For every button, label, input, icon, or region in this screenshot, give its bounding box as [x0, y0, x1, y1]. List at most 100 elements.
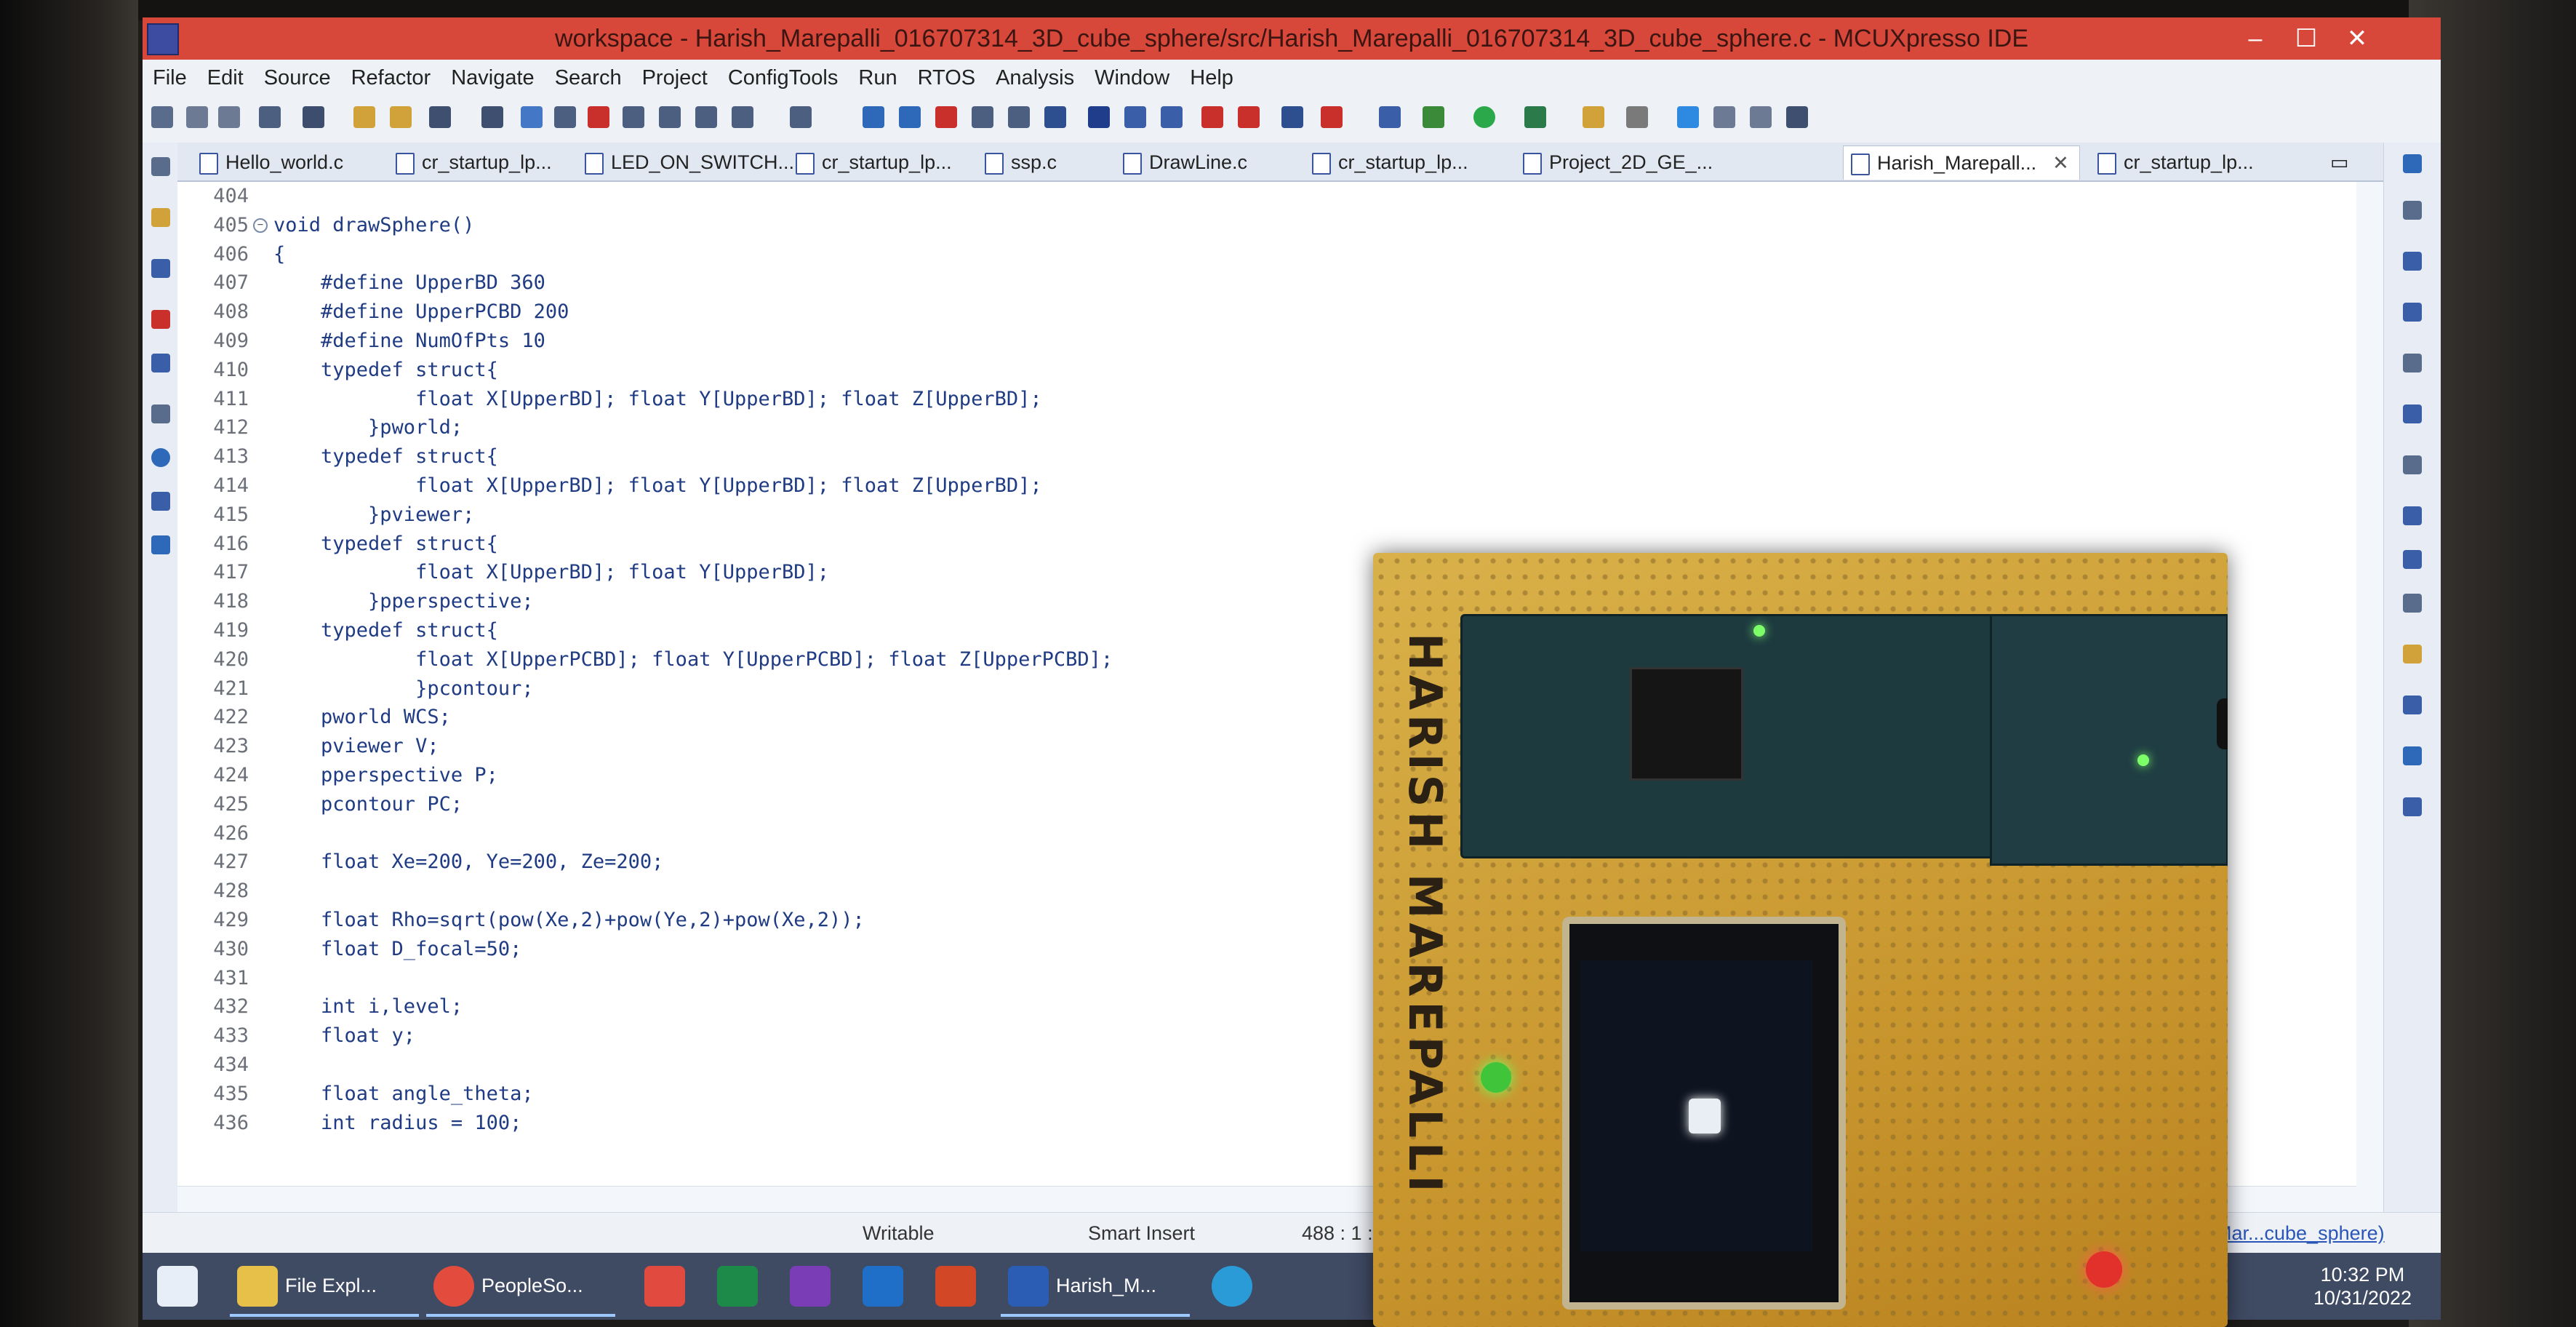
tab-led-on-switch[interactable]: LED_ON_SWITCH... — [577, 146, 794, 179]
menu-navigate[interactable]: Navigate — [441, 60, 544, 96]
restore-icon[interactable] — [151, 157, 170, 176]
taskbar-chrome[interactable]: PeopleSo... — [426, 1259, 615, 1317]
taskbar-powerpoint[interactable] — [928, 1259, 986, 1314]
perspective-icon[interactable] — [2403, 154, 2422, 173]
code-line[interactable]: 405− void drawSphere() — [177, 211, 2330, 240]
code-line[interactable]: 409 #define NumOfPts 10 — [177, 327, 2330, 356]
taskbar-onenote[interactable] — [783, 1259, 841, 1314]
pen-icon[interactable] — [1677, 106, 1699, 128]
open-element-icon[interactable] — [390, 106, 412, 128]
code-line[interactable]: 413 typedef struct{ — [177, 442, 2330, 471]
registers-icon[interactable] — [1124, 106, 1146, 128]
minimized-view-icon[interactable] — [2403, 354, 2422, 372]
document-icon[interactable] — [1750, 106, 1772, 128]
layers-icon[interactable] — [1281, 106, 1303, 128]
faults-icon[interactable] — [2403, 645, 2422, 664]
registers-icon[interactable] — [2403, 506, 2422, 525]
taskbar-file-explorer[interactable]: File Expl... — [230, 1259, 419, 1317]
variables-icon[interactable] — [151, 492, 170, 511]
debug-icon[interactable] — [863, 106, 884, 128]
code-line[interactable]: 412 }pworld; — [177, 413, 2330, 442]
taskbar-word[interactable]: Harish_M... — [1001, 1259, 1190, 1317]
hammer-icon[interactable] — [303, 106, 324, 128]
tool-icon[interactable] — [1626, 106, 1648, 128]
debug-config-icon[interactable] — [1423, 106, 1444, 128]
reset-target-icon[interactable] — [972, 106, 993, 128]
step-over-icon[interactable] — [695, 106, 717, 128]
close-button[interactable]: ✕ — [2332, 17, 2383, 60]
edit-icon[interactable] — [1713, 106, 1735, 128]
project-explorer-icon[interactable] — [151, 208, 170, 227]
console-icon[interactable] — [2403, 797, 2422, 816]
suspend-icon[interactable] — [554, 106, 576, 128]
taskbar-edge[interactable] — [1204, 1259, 1263, 1314]
menu-search[interactable]: Search — [545, 60, 632, 96]
minimized-view-icon[interactable] — [2403, 594, 2422, 613]
menu-file[interactable]: File — [143, 60, 197, 96]
console-icon[interactable] — [429, 106, 451, 128]
link-icon[interactable] — [1201, 106, 1223, 128]
code-line[interactable]: 406 { — [177, 240, 2330, 269]
save-all-icon[interactable] — [218, 106, 240, 128]
memory-icon[interactable] — [2403, 252, 2422, 271]
run-external-icon[interactable] — [1524, 106, 1546, 128]
erase-flash-icon[interactable] — [935, 106, 957, 128]
code-line[interactable]: 415 }pviewer; — [177, 501, 2330, 530]
step-into-icon[interactable] — [659, 106, 681, 128]
menu-run[interactable]: Run — [848, 60, 907, 96]
binary-icon[interactable] — [151, 259, 170, 278]
menu-rtos[interactable]: RTOS — [908, 60, 986, 96]
maximize-button[interactable]: ☐ — [2281, 17, 2332, 60]
tab-hello-world[interactable]: Hello_world.c — [192, 146, 343, 179]
peripherals-icon[interactable] — [1088, 106, 1110, 128]
variables-icon[interactable] — [2403, 550, 2422, 569]
settings-icon[interactable] — [2403, 405, 2422, 423]
minimize-button[interactable]: – — [2230, 17, 2281, 60]
save-icon[interactable] — [186, 106, 208, 128]
menu-analysis[interactable]: Analysis — [985, 60, 1084, 96]
menu-window[interactable]: Window — [1084, 60, 1180, 96]
menu-project[interactable]: Project — [632, 60, 718, 96]
menu-edit[interactable]: Edit — [197, 60, 254, 96]
outline-icon[interactable] — [151, 354, 170, 372]
code-line[interactable]: 410 typedef struct{ — [177, 356, 2330, 385]
power-icon[interactable] — [151, 448, 170, 467]
tab-ssp[interactable]: ssp.c — [977, 146, 1057, 179]
system-clock[interactable]: 10:32 PM 10/31/2022 — [2313, 1263, 2412, 1310]
minimized-view-icon[interactable] — [2403, 455, 2422, 474]
taskbar-outlook[interactable] — [855, 1259, 913, 1314]
build-debug-icon[interactable] — [1044, 106, 1066, 128]
start-button[interactable] — [150, 1259, 215, 1314]
code-line[interactable]: 407 #define UpperBD 360 — [177, 268, 2330, 298]
taskbar-excel[interactable] — [710, 1259, 768, 1314]
status-project-link[interactable]: Mar...cube_sphere) — [2215, 1213, 2385, 1254]
tab-cr-startup-2[interactable]: cr_startup_lp... — [788, 146, 952, 179]
peripherals-icon[interactable] — [2403, 696, 2422, 714]
close-tab-icon[interactable]: ✕ — [2052, 152, 2069, 174]
tab-cr-startup-3[interactable]: cr_startup_lp... — [1305, 146, 1468, 179]
menu-refactor[interactable]: Refactor — [341, 60, 441, 96]
bug-icon[interactable] — [1379, 106, 1401, 128]
disconnect-icon[interactable] — [623, 106, 644, 128]
menu-help[interactable]: Help — [1180, 60, 1244, 96]
skip-breakpoints-icon[interactable] — [481, 106, 503, 128]
code-line[interactable]: 411 float X[UpperBD]; float Y[UpperBD]; … — [177, 385, 2330, 414]
new-icon[interactable] — [151, 106, 173, 128]
code-line[interactable]: 404 — [177, 182, 2330, 211]
pdf-icon[interactable] — [1238, 106, 1260, 128]
open-type-icon[interactable] — [353, 106, 375, 128]
taskbar-wps[interactable] — [637, 1259, 695, 1314]
build-icon[interactable] — [259, 106, 281, 128]
step-return-icon[interactable] — [732, 106, 753, 128]
code-line[interactable]: 414 float X[UpperBD]; float Y[UpperBD]; … — [177, 471, 2330, 501]
expressions-icon[interactable] — [2403, 303, 2422, 322]
disable-icon[interactable] — [1321, 106, 1343, 128]
menu-source[interactable]: Source — [254, 60, 341, 96]
code-line[interactable]: 408 #define UpperPCBD 200 — [177, 298, 2330, 327]
vertical-scrollbar[interactable] — [2356, 182, 2384, 1186]
connections-icon[interactable] — [151, 535, 170, 554]
run-icon[interactable] — [1473, 106, 1495, 128]
restore-icon[interactable] — [2403, 201, 2422, 220]
tab-cr-startup-4[interactable]: cr_startup_lp... — [2090, 146, 2254, 179]
home-icon[interactable] — [1161, 106, 1183, 128]
